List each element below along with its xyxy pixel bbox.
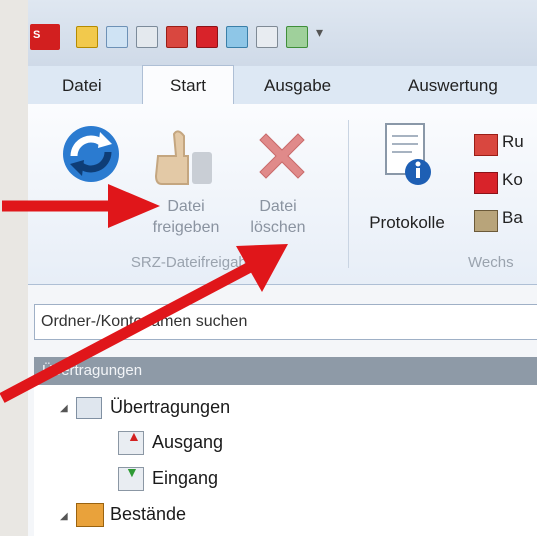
arrow-to-freigeben — [2, 184, 160, 228]
annotation-arrows — [0, 184, 288, 403]
arrow-to-loeschen — [0, 244, 288, 403]
